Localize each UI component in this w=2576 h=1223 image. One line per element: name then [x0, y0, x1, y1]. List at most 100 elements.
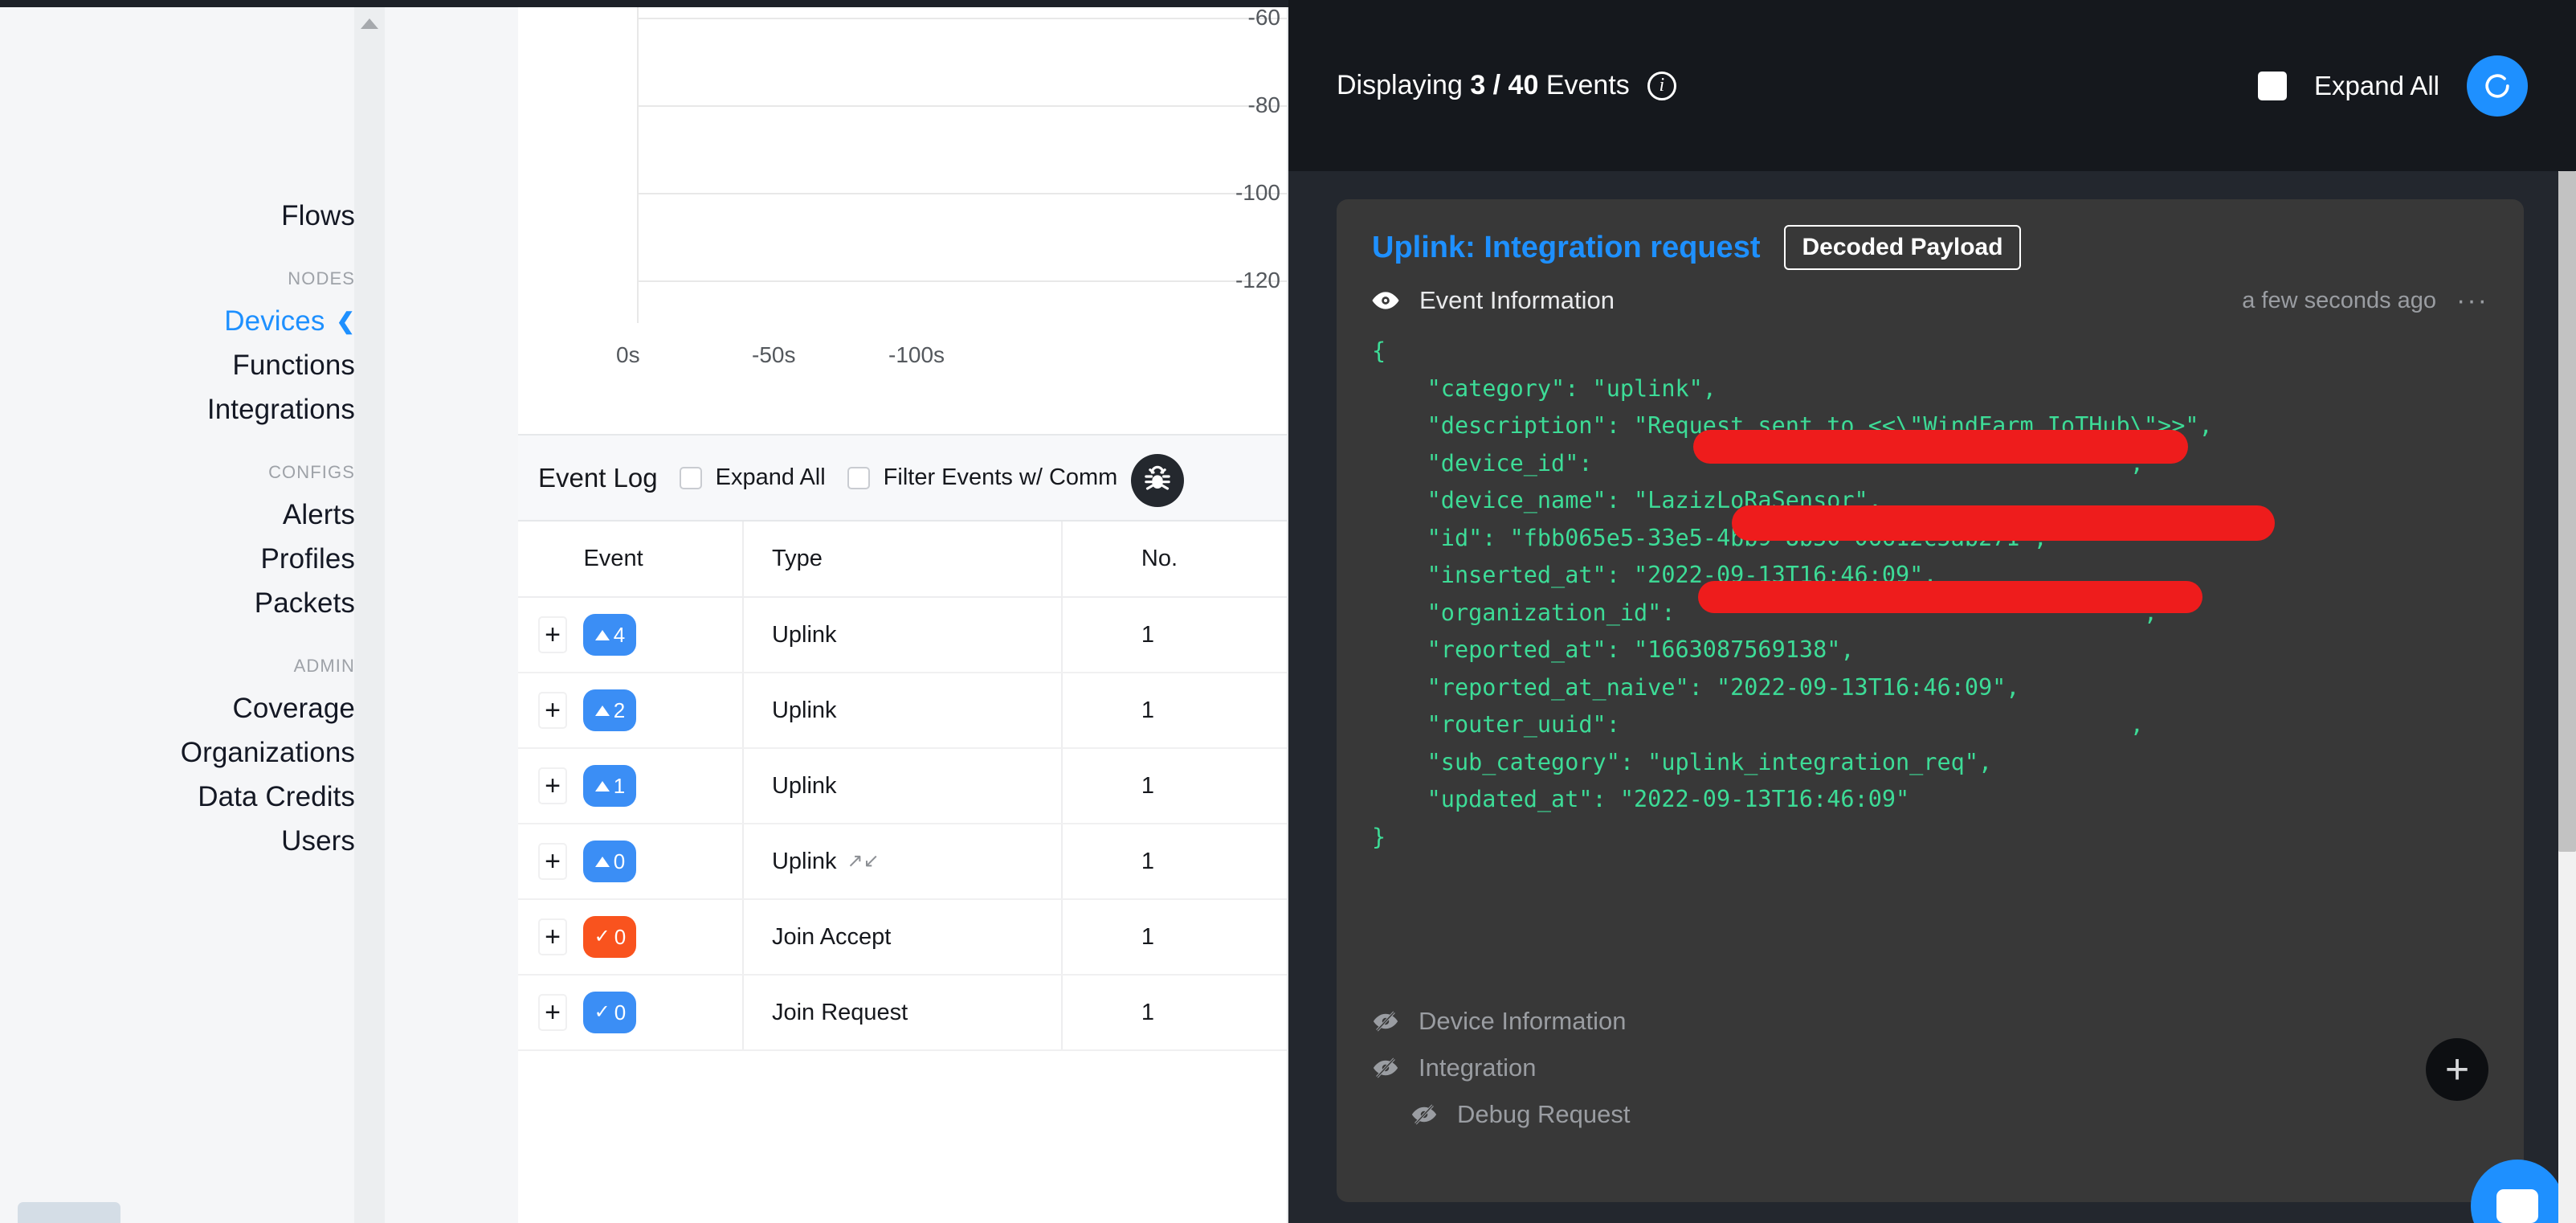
event-status-badge: 0 [583, 841, 636, 882]
plus-icon[interactable]: + [2426, 1038, 2488, 1101]
row-event-cell: 0 [583, 824, 742, 899]
event-information-label: Event Information [1419, 286, 1615, 315]
row-type-cell: Uplink [743, 597, 1062, 673]
header-event[interactable]: Event [583, 522, 742, 597]
left-sidebar: Flows NODES Devices ❮ Functions Integrat… [0, 7, 378, 1223]
expand-row-button[interactable]: + [538, 918, 567, 955]
expand-row-button[interactable]: + [538, 767, 567, 804]
displaying-count-text: Displaying 3 / 40 Events [1337, 70, 1630, 101]
redaction-organization-id [1732, 505, 2275, 541]
hidden-section-label: Device Information [1419, 1007, 1626, 1036]
row-event-cell: 4 [583, 597, 742, 673]
triangle-up-icon [595, 706, 610, 716]
sidebar-section-nodes: NODES [288, 238, 355, 299]
row-no-cell: 1 [1062, 824, 1288, 899]
sidebar-item-organizations[interactable]: Organizations [181, 730, 355, 775]
expand-all-checkbox[interactable] [680, 467, 702, 489]
sidebar-item-label: Organizations [181, 737, 355, 768]
chart-x-tick: -100s [888, 342, 945, 368]
eye-icon[interactable] [1372, 287, 1399, 314]
sidebar-content-gap [385, 7, 518, 1223]
row-type-label: Uplink [772, 773, 837, 800]
chart-gridline [637, 193, 1288, 194]
row-expand-cell: + [518, 975, 583, 1050]
chevron-left-icon: ❮ [336, 310, 355, 333]
hidden-section-integration[interactable]: Integration [1372, 1053, 1630, 1082]
sidebar-item-users[interactable]: Users [281, 819, 355, 863]
chart-y-tick: -60 [1248, 5, 1280, 31]
filter-events-checkbox[interactable] [847, 467, 870, 489]
sidebar-item-label: Integrations [207, 394, 355, 425]
table-row[interactable]: +4Uplink1 [518, 597, 1288, 673]
header-type[interactable]: Type [743, 522, 1062, 597]
chart-gridline [637, 280, 1288, 282]
expand-row-button[interactable]: + [538, 843, 567, 880]
expand-all-label: Expand All [716, 464, 826, 491]
displaying-prefix: Displaying [1337, 70, 1463, 100]
event-panel-header: Displaying 3 / 40 Events i Expand All [1288, 0, 2576, 171]
table-row[interactable]: + ✓0 Join Request1 [518, 975, 1288, 1050]
sidebar-item-coverage[interactable]: Coverage [232, 686, 355, 730]
sidebar-item-functions[interactable]: Functions [232, 343, 355, 387]
sidebar-item-flows[interactable]: Flows [281, 194, 355, 238]
sidebar-item-profiles[interactable]: Profiles [260, 537, 355, 581]
row-expand-cell: + [518, 824, 583, 899]
info-icon[interactable]: i [1647, 72, 1676, 100]
header-no[interactable]: No. [1062, 522, 1288, 597]
expand-all-checkbox-wrap[interactable]: Expand All [680, 464, 826, 491]
row-no-cell: 1 [1062, 748, 1288, 824]
event-status-badge: ✓0 [583, 992, 636, 1033]
event-log-table: Event Type No. +4Uplink1+2Uplink1+1Uplin… [518, 522, 1288, 1051]
collapse-arrows-icon[interactable]: ↗↙ [847, 852, 880, 871]
event-status-badge: ✓0 [583, 916, 636, 958]
sidebar-item-label: Devices [224, 307, 325, 335]
row-type-cell: Uplink [743, 673, 1062, 748]
row-event-cell: 2 [583, 673, 742, 748]
table-row[interactable]: +0Uplink↗↙1 [518, 824, 1288, 899]
check-icon: ✓ [594, 1003, 610, 1022]
sidebar-item-integrations[interactable]: Integrations [207, 387, 355, 432]
expand-row-button[interactable]: + [538, 616, 567, 653]
sidebar-item-packets[interactable]: Packets [255, 581, 355, 625]
sidebar-item-label: Data Credits [198, 781, 355, 812]
panel-expand-all-checkbox[interactable] [2258, 72, 2287, 100]
chart-y-axis [637, 7, 639, 323]
eye-off-icon [1372, 1054, 1399, 1082]
sidebar-item-data-credits[interactable]: Data Credits [198, 775, 355, 819]
main-content: -60 -80 -100 -120 0s -50s -100s Event Lo… [518, 7, 1288, 1223]
row-type-label: Join Accept [772, 924, 891, 951]
hidden-section-debug-request[interactable]: Debug Request [1410, 1100, 1630, 1129]
window-top-strip [0, 0, 1288, 7]
badge-value: 0 [614, 849, 625, 874]
row-no-cell: 1 [1062, 975, 1288, 1050]
decoded-payload-button[interactable]: Decoded Payload [1784, 225, 2020, 270]
badge-value: 1 [614, 774, 625, 799]
expand-row-button[interactable]: + [538, 994, 567, 1031]
row-expand-cell: + [518, 673, 583, 748]
page-scrollbar-thumb[interactable] [2558, 171, 2576, 852]
sidebar-item-label: Profiles [260, 543, 355, 575]
event-status-badge: 1 [583, 765, 636, 807]
bug-icon[interactable] [1131, 454, 1184, 507]
row-type-cell: Join Accept [743, 899, 1062, 975]
table-row[interactable]: +✓0Join Accept1 [518, 899, 1288, 975]
table-row[interactable]: +1 Uplink 1 [518, 748, 1288, 824]
scroll-up-arrow-icon[interactable] [361, 18, 378, 29]
row-type-cell: Join Request [743, 975, 1062, 1050]
sidebar-item-alerts[interactable]: Alerts [283, 493, 355, 537]
sidebar-scrollbar[interactable] [354, 7, 385, 1223]
chart-y-tick: -100 [1235, 180, 1280, 206]
header-expand [518, 522, 583, 597]
more-menu-icon[interactable]: ··· [2456, 287, 2488, 314]
displaying-count: 3 / 40 [1470, 70, 1538, 100]
table-row[interactable]: +2Uplink1 [518, 673, 1288, 748]
expand-row-button[interactable]: + [538, 692, 567, 729]
hidden-section-device-information[interactable]: Device Information [1372, 1007, 1630, 1036]
badge-value: 0 [614, 925, 626, 950]
table-header-row: Event Type No. [518, 522, 1288, 597]
chart-y-tick: -80 [1248, 92, 1280, 118]
filter-events-checkbox-wrap[interactable]: Filter Events w/ Comm [847, 464, 1118, 491]
refresh-icon[interactable] [2467, 55, 2528, 117]
sidebar-item-devices[interactable]: Devices ❮ [224, 299, 355, 343]
triangle-up-icon [595, 630, 610, 640]
